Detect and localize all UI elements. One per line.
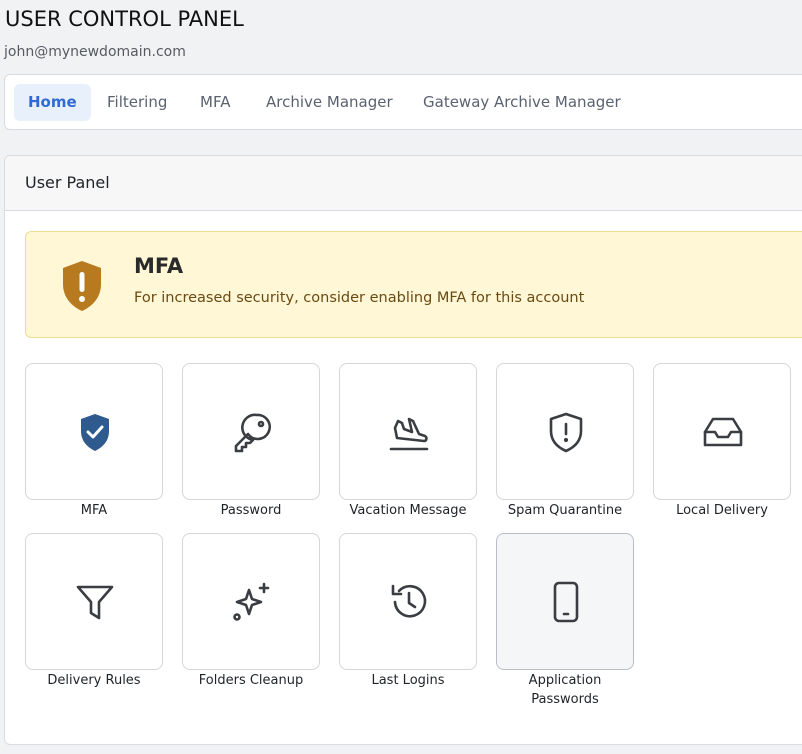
tab-archive-manager[interactable]: Archive Manager <box>252 84 407 121</box>
shield-exclamation-icon <box>63 261 101 311</box>
mobile-device-icon <box>553 581 579 623</box>
plane-landing-icon <box>389 417 429 451</box>
alert-title: MFA <box>134 254 184 278</box>
tile-label-application-passwords: Application Passwords <box>480 671 650 709</box>
tile-label-mfa: MFA <box>80 503 108 518</box>
tile-mfa[interactable] <box>25 363 163 500</box>
tile-label-delivery-rules: Delivery Rules <box>47 673 141 688</box>
shield-check-icon <box>81 414 109 451</box>
tile-application-passwords[interactable] <box>496 533 634 670</box>
page-title: USER CONTROL PANEL <box>5 7 244 31</box>
tile-spam-quarantine[interactable] <box>496 363 634 500</box>
tile-label-local-delivery: Local Delivery <box>676 503 768 518</box>
nav-bar: Home Filtering MFA Archive Manager Gatew… <box>4 74 802 130</box>
filter-icon <box>76 585 114 620</box>
tile-password[interactable] <box>182 363 320 500</box>
tab-gateway-archive-manager[interactable]: Gateway Archive Manager <box>409 84 635 121</box>
tab-filtering[interactable]: Filtering <box>93 84 181 121</box>
tile-vacation-message[interactable] <box>339 363 477 500</box>
tab-home[interactable]: Home <box>14 84 91 121</box>
tile-label-password: Password <box>220 503 282 518</box>
key-icon <box>234 413 272 453</box>
tile-last-logins[interactable] <box>339 533 477 670</box>
shield-alert-icon <box>549 412 583 453</box>
tile-label-application-passwords-text: Application Passwords <box>528 673 602 707</box>
tile-label-spam-quarantine: Spam Quarantine <box>507 503 623 518</box>
history-icon <box>391 584 427 618</box>
mfa-alert: MFA For increased security, consider ena… <box>25 231 802 338</box>
user-email: john@mynewdomain.com <box>4 44 186 60</box>
tile-local-delivery[interactable] <box>653 363 791 500</box>
tile-delivery-rules[interactable] <box>25 533 163 670</box>
inbox-icon <box>703 417 743 447</box>
tile-label-vacation-message: Vacation Message <box>349 503 467 518</box>
tab-mfa[interactable]: MFA <box>186 84 244 121</box>
panel-title: User Panel <box>5 156 802 211</box>
tile-label-folders-cleanup: Folders Cleanup <box>198 673 304 688</box>
tile-label-last-logins: Last Logins <box>371 673 445 688</box>
tile-folders-cleanup[interactable] <box>182 533 320 670</box>
sparkles-icon <box>233 582 270 621</box>
alert-text: For increased security, consider enablin… <box>134 290 585 306</box>
